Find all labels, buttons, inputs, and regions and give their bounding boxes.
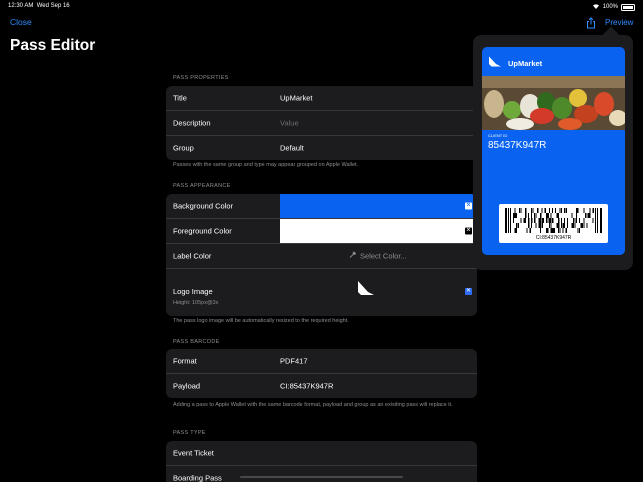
foreground-color-swatch[interactable] xyxy=(280,219,477,243)
label-color-label: Label Color xyxy=(173,251,212,261)
label-color-row[interactable]: Label Color Select Color... xyxy=(166,244,477,269)
foreground-color-label: Foreground Color xyxy=(173,226,232,236)
pass-logo-icon xyxy=(488,54,502,72)
type-label: Boarding Pass xyxy=(173,473,222,482)
title-label: Title xyxy=(173,93,187,103)
foreground-color-row[interactable]: Foreground Color ✕ xyxy=(166,219,477,244)
pass-strip-image xyxy=(482,76,625,130)
clear-logo-icon[interactable]: ✕ xyxy=(465,288,472,295)
description-label: Description xyxy=(173,118,211,128)
format-row[interactable]: Format PDF417 xyxy=(166,349,477,374)
type-row-boarding-pass[interactable]: Boarding Pass xyxy=(166,466,477,482)
title-field[interactable]: UpMarket xyxy=(280,94,313,103)
logo-image-label: Logo Image xyxy=(173,287,213,296)
share-icon[interactable] xyxy=(585,16,597,29)
pass-barcode: CI:85437K947R xyxy=(499,204,608,243)
appearance-card: Background Color ✕ Foreground Color ✕ La… xyxy=(166,194,477,316)
status-right: 100% xyxy=(592,3,635,11)
battery-percent: 100% xyxy=(602,4,618,10)
preview-button[interactable]: Preview xyxy=(605,18,633,27)
barcode-card: Format PDF417 Payload CI:85437K947R xyxy=(166,349,477,398)
battery-icon xyxy=(621,3,635,11)
logo-image-row[interactable]: Logo Image Height: 105px@3x ✕ xyxy=(166,269,477,316)
format-value[interactable]: PDF417 xyxy=(280,357,308,366)
pass-name: UpMarket xyxy=(508,58,543,68)
status-bar: 12:30 AM Wed Sep 16 100% xyxy=(0,0,643,14)
logo-thumbnail-icon[interactable] xyxy=(356,280,376,301)
preview-popover: UpMarket CLIENT ID 85437K947R CI:85437K9… xyxy=(473,35,633,270)
background-color-row[interactable]: Background Color ✕ xyxy=(166,194,477,219)
select-color-button[interactable]: Select Color... xyxy=(349,251,407,261)
payload-row[interactable]: Payload CI:85437K947R xyxy=(166,374,477,398)
type-row-event-ticket[interactable]: Event Ticket xyxy=(166,441,477,466)
description-field[interactable]: Value xyxy=(280,119,299,128)
title-row[interactable]: Title UpMarket xyxy=(166,86,477,111)
logo-image-hint: Height: 105px@3x xyxy=(173,300,219,306)
pass-header: UpMarket xyxy=(488,54,542,72)
wifi-icon xyxy=(592,3,600,11)
payload-label: Payload xyxy=(173,381,201,391)
section-header-appearance: PASS APPEARANCE xyxy=(173,183,231,189)
clear-foreground-icon[interactable]: ✕ xyxy=(465,227,472,235)
background-color-swatch[interactable] xyxy=(280,194,477,218)
payload-field[interactable]: CI:85437K947R xyxy=(280,382,333,391)
section-header-type: PASS TYPE xyxy=(173,430,206,436)
scroll-indicator[interactable] xyxy=(240,476,403,478)
barcode-note: Adding a pass to Apple Wallet with the s… xyxy=(173,402,453,408)
clear-background-icon[interactable]: ✕ xyxy=(465,202,472,210)
properties-note: Passes with the same group and type may … xyxy=(173,162,359,168)
page-title: Pass Editor xyxy=(10,37,96,54)
properties-card: Title UpMarket Description Value Group D… xyxy=(166,86,477,160)
pass-field-label: CLIENT ID xyxy=(488,133,508,138)
appearance-note: The pass logo image will be automaticall… xyxy=(173,318,349,324)
select-color-label: Select Color... xyxy=(360,251,407,261)
group-field[interactable]: Default xyxy=(280,144,304,153)
close-button[interactable]: Close xyxy=(10,17,32,27)
status-time: 12:30 AM Wed Sep 16 xyxy=(8,3,70,9)
group-label: Group xyxy=(173,143,194,153)
pass-barcode-text: CI:85437K947R xyxy=(535,235,572,241)
section-header-properties: PASS PROPERTIES xyxy=(173,75,229,81)
background-color-label: Background Color xyxy=(173,201,234,211)
type-label: Event Ticket xyxy=(173,448,214,458)
group-row[interactable]: Group Default xyxy=(166,136,477,160)
description-row[interactable]: Description Value xyxy=(166,111,477,136)
pass-preview: UpMarket CLIENT ID 85437K947R CI:85437K9… xyxy=(482,47,625,255)
section-header-barcode: PASS BARCODE xyxy=(173,339,220,345)
pass-field-value: 85437K947R xyxy=(488,140,547,151)
format-label: Format xyxy=(173,356,197,366)
pdf417-barcode-icon xyxy=(505,208,602,233)
eyedropper-icon xyxy=(349,251,357,261)
